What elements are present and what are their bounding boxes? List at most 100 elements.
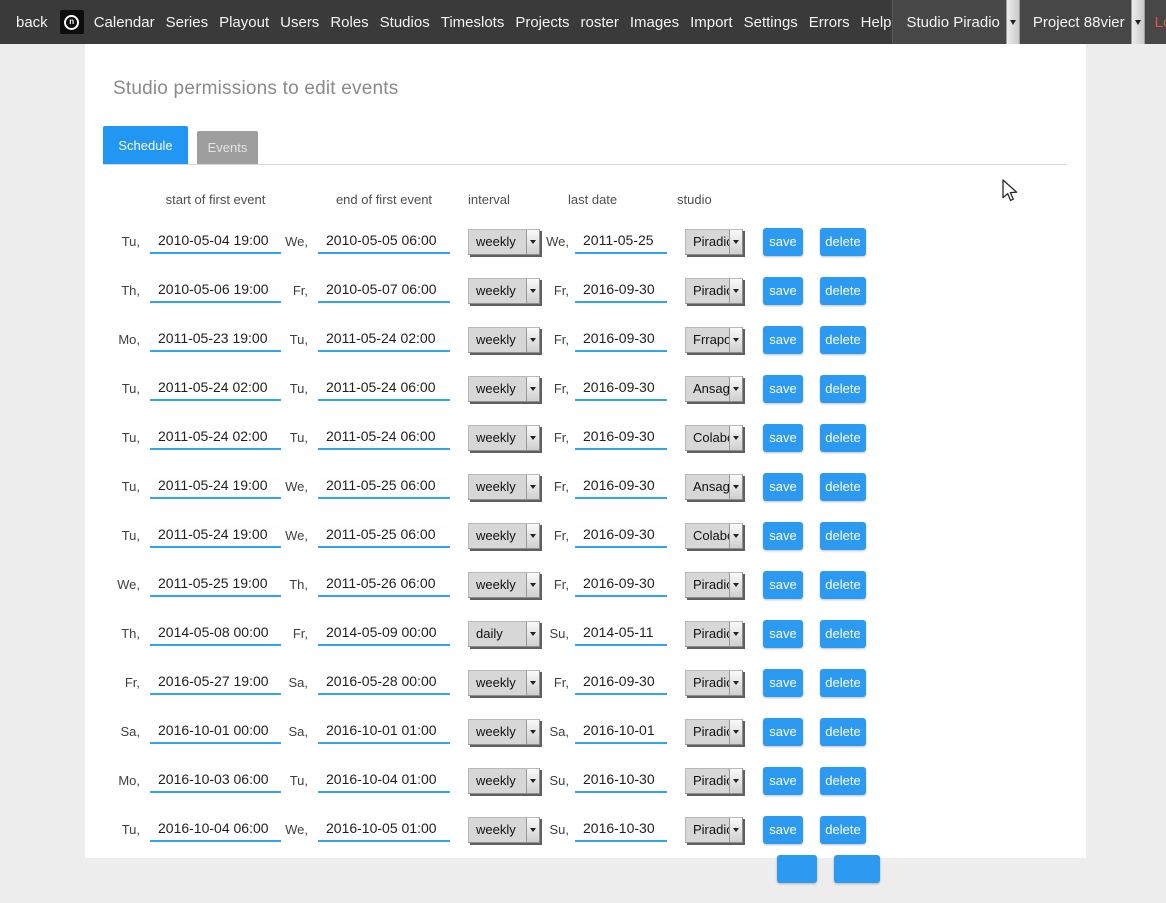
studio-select[interactable]: Colabo xyxy=(685,425,743,451)
delete-button[interactable]: delete xyxy=(820,473,866,501)
nav-item-import[interactable]: Import xyxy=(690,14,733,31)
save-button[interactable]: save xyxy=(763,326,803,354)
delete-button[interactable]: delete xyxy=(820,277,866,305)
delete-button[interactable]: delete xyxy=(820,424,866,452)
nav-item-series[interactable]: Series xyxy=(166,14,209,31)
save-button[interactable]: save xyxy=(763,375,803,403)
start-input[interactable] xyxy=(150,719,281,744)
start-input[interactable] xyxy=(150,376,281,401)
end-input[interactable] xyxy=(318,425,450,450)
last-date-input[interactable] xyxy=(575,376,667,401)
nav-item-images[interactable]: Images xyxy=(630,14,679,31)
studio-select[interactable]: Piradio xyxy=(685,817,743,843)
studio-select[interactable]: Piradio xyxy=(685,572,743,598)
studio-select[interactable]: Frrapo xyxy=(685,327,743,353)
last-date-input[interactable] xyxy=(575,719,667,744)
last-date-input[interactable] xyxy=(575,327,667,352)
delete-button[interactable]: delete xyxy=(820,326,866,354)
last-date-input[interactable] xyxy=(575,621,667,646)
save-button[interactable]: save xyxy=(763,620,803,648)
last-date-input[interactable] xyxy=(575,425,667,450)
interval-select[interactable]: weekly xyxy=(468,474,540,500)
last-date-input[interactable] xyxy=(575,474,667,499)
last-date-input[interactable] xyxy=(575,523,667,548)
start-input[interactable] xyxy=(150,474,281,499)
start-input[interactable] xyxy=(150,768,281,793)
logout-link[interactable]: Logout xyxy=(1155,14,1166,31)
interval-select[interactable]: weekly xyxy=(468,229,540,255)
chevron-down-icon[interactable] xyxy=(1131,0,1145,44)
interval-select[interactable]: daily xyxy=(468,621,540,647)
delete-button[interactable] xyxy=(834,855,880,883)
start-input[interactable] xyxy=(150,817,281,842)
end-input[interactable] xyxy=(318,572,450,597)
studio-select[interactable]: Piradio xyxy=(685,670,743,696)
interval-select[interactable]: weekly xyxy=(468,278,540,304)
save-button[interactable] xyxy=(777,855,817,883)
last-date-input[interactable] xyxy=(575,670,667,695)
interval-select[interactable]: weekly xyxy=(468,719,540,745)
interval-select[interactable]: weekly xyxy=(468,327,540,353)
nav-item-roles[interactable]: Roles xyxy=(330,14,368,31)
last-date-input[interactable] xyxy=(575,817,667,842)
save-button[interactable]: save xyxy=(763,571,803,599)
studio-select[interactable]: Piradio xyxy=(685,621,743,647)
studio-select[interactable]: Piradio xyxy=(685,719,743,745)
delete-button[interactable]: delete xyxy=(820,718,866,746)
last-date-input[interactable] xyxy=(575,278,667,303)
nav-item-playout[interactable]: Playout xyxy=(219,14,269,31)
delete-button[interactable]: delete xyxy=(820,767,866,795)
nav-item-studios[interactable]: Studios xyxy=(380,14,430,31)
end-input[interactable] xyxy=(318,474,450,499)
delete-button[interactable]: delete xyxy=(820,816,866,844)
studio-select[interactable]: Ansage xyxy=(685,474,743,500)
save-button[interactable]: save xyxy=(763,228,803,256)
interval-select[interactable]: weekly xyxy=(468,670,540,696)
start-input[interactable] xyxy=(150,670,281,695)
studio-select[interactable]: Ansage xyxy=(685,376,743,402)
delete-button[interactable]: delete xyxy=(820,375,866,403)
start-input[interactable] xyxy=(150,621,281,646)
save-button[interactable]: save xyxy=(763,522,803,550)
nav-item-errors[interactable]: Errors xyxy=(809,14,850,31)
end-input[interactable] xyxy=(318,768,450,793)
end-input[interactable] xyxy=(318,670,450,695)
save-button[interactable]: save xyxy=(763,424,803,452)
nav-item-timeslots[interactable]: Timeslots xyxy=(441,14,505,31)
chevron-down-icon[interactable] xyxy=(1006,0,1020,44)
interval-select[interactable]: weekly xyxy=(468,572,540,598)
tab-events[interactable]: Events xyxy=(197,131,258,164)
start-input[interactable] xyxy=(150,327,281,352)
save-button[interactable]: save xyxy=(763,277,803,305)
studio-select[interactable]: Colabo xyxy=(685,523,743,549)
nav-item-projects[interactable]: Projects xyxy=(515,14,569,31)
piradio-logo-icon[interactable]: n xyxy=(60,10,84,34)
nav-item-help[interactable]: Help xyxy=(861,14,892,31)
studio-select[interactable]: Piradio xyxy=(685,229,743,255)
delete-button[interactable]: delete xyxy=(820,228,866,256)
end-input[interactable] xyxy=(318,817,450,842)
start-input[interactable] xyxy=(150,523,281,548)
interval-select[interactable]: weekly xyxy=(468,817,540,843)
delete-button[interactable]: delete xyxy=(820,620,866,648)
interval-select[interactable]: weekly xyxy=(468,425,540,451)
end-input[interactable] xyxy=(318,327,450,352)
save-button[interactable]: save xyxy=(763,473,803,501)
end-input[interactable] xyxy=(318,523,450,548)
start-input[interactable] xyxy=(150,229,281,254)
nav-item-roster[interactable]: roster xyxy=(581,14,619,31)
save-button[interactable]: save xyxy=(763,816,803,844)
nav-item-calendar[interactable]: Calendar xyxy=(94,14,155,31)
nav-item-settings[interactable]: Settings xyxy=(744,14,798,31)
start-input[interactable] xyxy=(150,278,281,303)
nav-item-users[interactable]: Users xyxy=(280,14,319,31)
delete-button[interactable]: delete xyxy=(820,522,866,550)
save-button[interactable]: save xyxy=(763,718,803,746)
project-select[interactable]: Project 88vier xyxy=(1027,0,1145,44)
last-date-input[interactable] xyxy=(575,572,667,597)
delete-button[interactable]: delete xyxy=(820,571,866,599)
start-input[interactable] xyxy=(150,425,281,450)
interval-select[interactable]: weekly xyxy=(468,376,540,402)
end-input[interactable] xyxy=(318,229,450,254)
last-date-input[interactable] xyxy=(575,768,667,793)
